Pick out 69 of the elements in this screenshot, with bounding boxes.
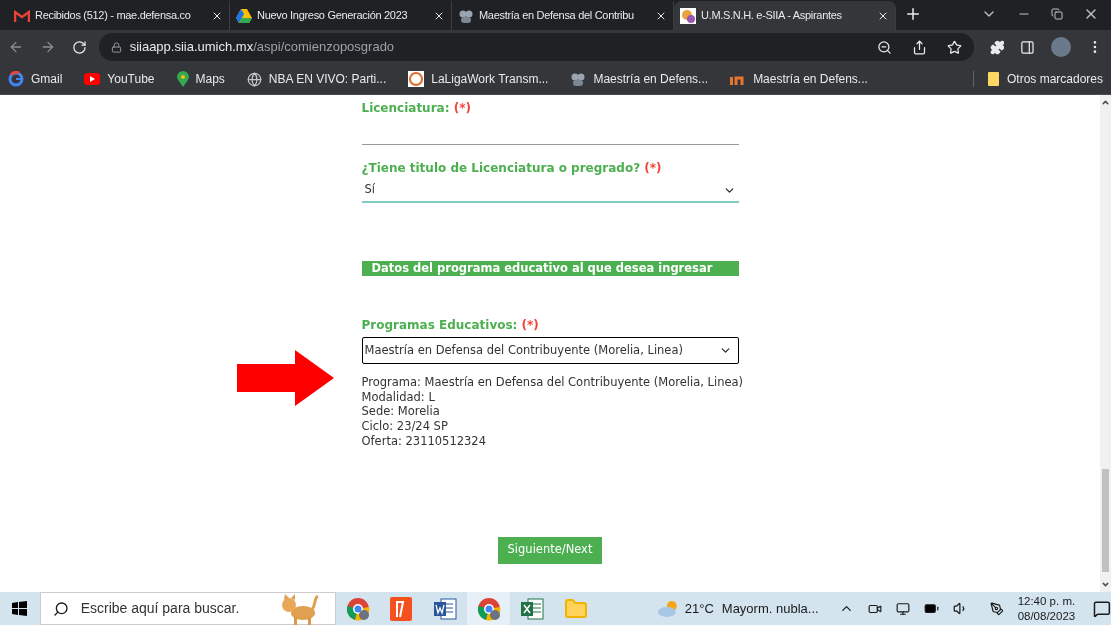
tab-title: U.M.S.N.H. e-SIIA - Aspirantes [701,8,843,24]
bookmark-link[interactable]: Gmail [8,70,63,88]
excel-icon [520,597,545,620]
bookmark-link[interactable]: Maps [176,70,225,88]
mail-icon [14,9,30,22]
browser-tab[interactable]: U.M.S.N.H. e-SIIA - Aspirantes [674,1,896,30]
other-bookmarks-link[interactable]: Otros marcadores [987,70,1103,88]
bookmark-link[interactable]: LaLigaWork Transm... [408,70,549,88]
scroll-thumb[interactable] [1102,469,1109,572]
program-detail: Modalidad: L [361,389,436,405]
program-detail: Ciclo: 23/24 SP [361,419,449,434]
back-icon[interactable] [8,39,24,55]
chrome-icon [345,596,370,621]
battery-icon[interactable] [923,601,939,616]
lock-icon [110,41,122,53]
tab-title: Nuevo Ingreso Generación 2023 [257,8,409,24]
scroll-up-icon[interactable] [1101,98,1110,107]
side-panel-icon[interactable] [1020,39,1036,55]
folder-icon [987,72,999,86]
new-tab-icon[interactable] [904,5,922,23]
bookmark-link[interactable]: NBA EN VIVO: Parti... [246,70,387,88]
google-icon [8,71,24,87]
profile-avatar[interactable] [1051,37,1072,57]
share-icon[interactable] [911,39,927,55]
bookmark-link[interactable]: YouTube [84,70,155,88]
triangle-icon [236,8,252,23]
folder-icon [563,596,588,621]
word-icon [432,597,457,620]
zoom-out-icon[interactable] [876,39,892,55]
url-path: /aspi/comienzoposgrado [253,39,395,55]
titulo-select[interactable]: Sí [361,179,739,203]
chrome-icon [476,596,501,621]
pen-icon[interactable] [989,601,1004,616]
bookmark-star-icon[interactable] [946,39,962,55]
scrollbar[interactable] [1100,95,1111,592]
reload-icon[interactable] [71,39,87,55]
extensions-icon[interactable] [989,39,1005,55]
required-mark: (*) [453,101,471,115]
network-icon[interactable] [895,601,910,616]
play-icon [84,73,101,85]
address-field[interactable]: siiaapp.siia.umich.mx/aspi/comienzoposgrado [98,33,974,61]
bookmark-link[interactable]: Maestría en Defens... [730,70,868,88]
required-mark: (*) [521,318,539,332]
taskbar-search-field[interactable]: Escribe aquí para buscar. [39,592,336,625]
pdf-icon [390,596,413,621]
field-label: ¿Tiene titulo de Licenciatura o pregrado? [361,161,641,175]
program-detail: Oferta: 23110512324 [361,433,487,449]
globe-icon [246,71,262,87]
field-label: Licenciatura: [361,101,450,115]
weather-summary: Mayorm. nubla... [721,599,819,618]
field-label: Programas Educativos: [361,318,518,332]
map-pin-icon [176,71,189,87]
url-host: siiaapp.siia.umich.mx [129,39,254,55]
scroll-down-icon[interactable] [1101,580,1110,589]
owl-icon [570,71,587,87]
bookmark-link[interactable]: Maestría en Defens... [570,70,709,88]
tab-title: Maestría en Defensa del Contribu [479,8,635,24]
section-header: Datos del programa educativo al que desea ingresar [361,261,739,276]
windows-icon [12,601,28,616]
restore-icon[interactable] [1051,8,1063,20]
programas-select[interactable]: Maestría en Defensa del Contribuyente (Morelia, Linea) [361,337,739,364]
weather-temp: 21°C [684,599,714,618]
required-mark: (*) [644,161,662,175]
search-icon [52,600,69,617]
program-detail: Sede: Morelia [361,404,441,420]
clock[interactable]: 12:40 p. m. 08/08/2023 [1017,593,1076,624]
tab-title: Recibidos (512) - mae.defensa.co [35,8,192,24]
notifications-icon[interactable] [1093,599,1111,618]
taskbar-app[interactable] [466,592,511,625]
